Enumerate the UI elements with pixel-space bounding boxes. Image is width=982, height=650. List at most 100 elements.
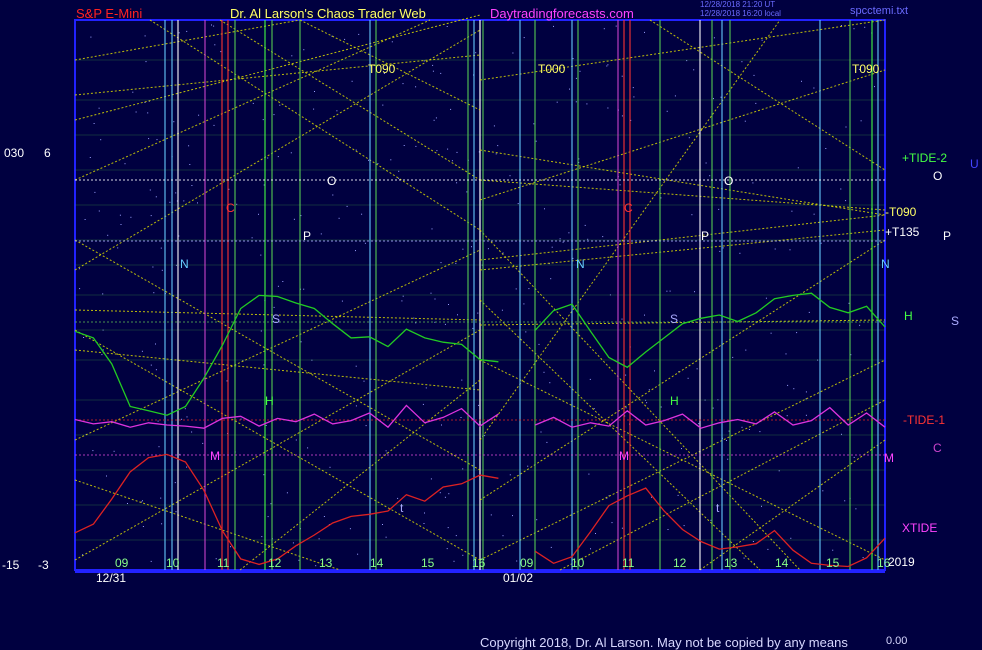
grid-dot: [533, 123, 535, 125]
grid-dot: [186, 466, 188, 468]
line-letter: N: [576, 257, 585, 271]
grid-dot: [113, 450, 115, 452]
diagonal-line: [74, 19, 301, 61]
grid-dot: [226, 380, 228, 382]
grid-dot: [424, 512, 425, 514]
grid-dot: [401, 300, 403, 302]
grid-dot: [390, 159, 392, 161]
grid-dot: [752, 182, 754, 184]
grid-dot: [745, 349, 747, 351]
date-label: 01/02: [503, 571, 533, 585]
grid-dot: [174, 482, 176, 484]
grid-dot: [141, 350, 143, 352]
grid-dot: [602, 236, 604, 238]
grid-dot: [286, 492, 288, 494]
grid-dot: [173, 121, 175, 123]
grid-dot: [568, 232, 570, 234]
site-link[interactable]: Daytradingforecasts.com: [490, 6, 634, 21]
grid-dot: [357, 553, 359, 555]
grid-dot: [120, 224, 122, 225]
diagonal-line: [74, 239, 481, 471]
grid-dot: [365, 425, 367, 427]
grid-dot: [619, 184, 621, 186]
grid-dot: [175, 511, 177, 513]
grid-dot: [556, 101, 558, 103]
grid-dot: [391, 41, 393, 43]
grid-dot: [651, 496, 652, 498]
grid-dot: [455, 535, 457, 537]
grid-dot: [261, 536, 263, 538]
grid-dot: [848, 302, 850, 304]
line-letter: N: [180, 257, 189, 271]
grid-dot: [377, 163, 379, 165]
line-letter: H: [670, 394, 679, 408]
diagonal-line: [479, 179, 886, 211]
grid-dot: [106, 475, 107, 477]
grid-dot: [853, 28, 855, 30]
grid-dot: [633, 96, 635, 98]
hour-tick-label: 09: [520, 556, 534, 570]
grid-dot: [145, 61, 147, 63]
grid-dot: [461, 379, 463, 381]
grid-dot: [262, 119, 264, 121]
grid-dot: [456, 151, 458, 153]
grid-dot: [457, 314, 458, 316]
grid-dot: [575, 77, 577, 79]
grid-dot: [444, 323, 446, 325]
grid-dot: [157, 420, 159, 422]
grid-dot: [455, 262, 457, 264]
grid-dot: [198, 114, 200, 116]
grid-dot: [801, 80, 802, 82]
grid-dot: [860, 120, 862, 122]
grid-dot: [820, 242, 822, 244]
grid-dot: [460, 417, 462, 418]
grid-dot: [441, 424, 442, 426]
grid-dot: [579, 70, 581, 72]
grid-dot: [188, 145, 190, 147]
stamp-local: 12/28/2018 16:20 local: [700, 9, 781, 18]
grid-dot: [516, 560, 518, 562]
grid-dot: [240, 418, 242, 420]
grid-dot: [727, 458, 729, 460]
hour-tick-label: 10: [571, 556, 585, 570]
grid-dot: [90, 36, 92, 38]
grid-dot: [307, 447, 309, 449]
chart-grid: [74, 19, 886, 573]
left-axis-bottom: -15: [2, 558, 20, 572]
grid-dot: [512, 52, 514, 54]
grid-dot: [535, 140, 537, 142]
diagonal-line: [479, 239, 886, 501]
grid-dot: [796, 332, 798, 334]
grid-dot: [466, 191, 468, 193]
grid-dot: [712, 407, 714, 409]
grid-dot: [572, 58, 574, 60]
band-label: T090: [852, 62, 880, 76]
grid-dot: [462, 468, 464, 470]
grid-dot: [822, 490, 824, 492]
grid-dot: [722, 247, 724, 249]
grid-dot: [586, 103, 588, 105]
grid-dot: [214, 44, 216, 46]
grid-dot: [471, 246, 472, 248]
grid-dot: [160, 497, 162, 499]
grid-dot: [502, 252, 504, 254]
grid-dot: [874, 86, 875, 88]
grid-dot: [761, 505, 762, 507]
line-letter: P: [303, 229, 311, 243]
date-label: 12/31: [96, 571, 126, 585]
grid-dot: [332, 194, 334, 196]
grid-dot: [759, 431, 761, 433]
hour-tick-label: 11: [622, 556, 635, 570]
grid-dot: [525, 331, 527, 333]
grid-dot: [155, 369, 157, 371]
grid-dot: [741, 61, 743, 63]
grid-dot: [142, 500, 143, 502]
grid-dot: [648, 389, 650, 391]
grid-dot: [732, 356, 734, 358]
line-letter: C: [226, 201, 235, 215]
grid-dot: [497, 145, 499, 147]
grid-dot: [295, 439, 297, 441]
grid-dot: [135, 111, 137, 113]
grid-dot: [550, 546, 552, 548]
line-letter: C: [624, 201, 633, 215]
